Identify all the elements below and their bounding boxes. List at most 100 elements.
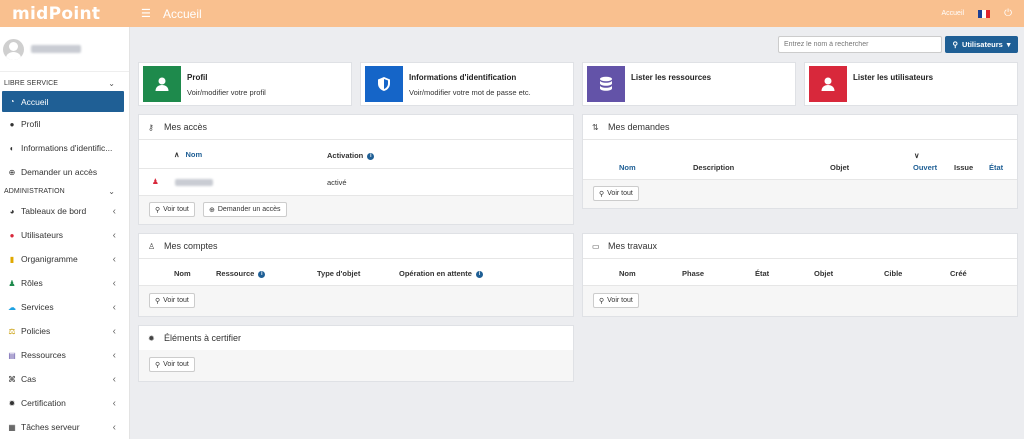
column-header-pending-operation[interactable]: Opération en attente i [399,269,483,278]
sidebar-item-accueil[interactable]: ◔ Accueil [2,91,124,112]
search-icon: ⚲ [599,297,605,305]
sidebar-item-resources[interactable]: ▤ Ressources ‹ [0,343,129,367]
column-header-name[interactable]: Nom [174,269,191,278]
tasks-icon: ▦ [8,422,16,432]
chevron-left-icon: ‹ [112,301,116,313]
database-icon [587,66,625,102]
column-header-description[interactable]: Description [693,163,734,172]
sidebar-item-orgchart[interactable]: ▮ Organigramme ‹ [0,247,129,271]
column-header-state[interactable]: État [755,269,769,278]
sidebar-item-label: Rôles [21,278,43,288]
chevron-left-icon: ‹ [112,253,116,265]
column-label: Ressource [216,269,255,278]
sidebar-item-certification[interactable]: ✹ Certification ‹ [0,391,129,415]
sidebar-item-label: Services [21,302,54,312]
view-all-button[interactable]: ⚲ Voir tout [149,357,195,372]
column-header-state[interactable]: État [989,163,1003,172]
view-all-button[interactable]: ⚲ Voir tout [149,293,195,308]
sidebar-item-services[interactable]: ☁ Services ‹ [0,295,129,319]
caret-down-icon: ▾ [1006,40,1011,49]
search-icon: ⚲ [599,190,605,198]
column-header-name[interactable]: ∧ Nom [174,150,202,159]
chevron-left-icon: ‹ [112,421,116,433]
access-name-redacted[interactable] [175,179,213,186]
column-header-activation[interactable]: Activation i [327,151,375,160]
column-header-resource[interactable]: Ressource i [216,269,266,278]
map-icon: ⌘ [8,374,16,384]
column-header-object[interactable]: Objet [814,269,833,278]
column-header-object[interactable]: Objet [830,163,849,172]
column-header-outcome[interactable]: Issue [954,163,973,172]
view-all-button[interactable]: ⚲ Voir tout [593,186,639,201]
request-access-button[interactable]: ⊕ Demander un accès [203,202,287,217]
section-libre-service[interactable]: LIBRE SERVICE ⌄ [0,76,129,91]
tile-title: Profil [187,73,208,82]
shield-icon: ◐ [9,143,15,153]
info-icon[interactable]: i [475,270,483,278]
column-header-created[interactable]: Créé [950,269,967,278]
sidebar-item-policies[interactable]: ⚖ Policies ‹ [0,319,129,343]
sidebar-item-request-access[interactable]: ⊕ Demander un accès [0,160,129,184]
search-icon: ⚲ [155,361,161,369]
menu-toggle-icon[interactable]: ☰ [141,7,163,20]
breadcrumb[interactable]: Accueil [942,10,965,17]
dashboard-icon: ◔ [9,97,15,106]
sidebar-item-server-tasks[interactable]: ▦ Tâches serveur ‹ [0,415,129,439]
global-search: ⚲ Utilisateurs ▾ [778,36,1018,53]
chevron-left-icon: ‹ [112,325,116,337]
sidebar-item-label: Informations d'identific... [21,143,113,153]
database-icon: ▤ [8,350,16,360]
sidebar-item-roles[interactable]: ♟ Rôles ‹ [0,271,129,295]
column-header-object-type[interactable]: Type d'objet [317,269,360,278]
chevron-left-icon: ‹ [112,277,116,289]
card-my-accounts: ♙ Mes comptes Nom Ressource i Type d'obje… [138,233,574,317]
view-all-button[interactable]: ⚲ Voir tout [149,202,195,217]
search-input[interactable] [778,36,942,53]
sidebar-item-profil[interactable]: ● Profil [0,112,129,136]
card-title: Mes travaux [608,241,658,251]
sidebar-item-users[interactable]: ● Utilisateurs ‹ [0,223,129,247]
chevron-down-icon: ∨ [914,151,920,160]
sidebar-item-cases[interactable]: ⌘ Cas ‹ [0,367,129,391]
tile-credentials[interactable]: Informations d'identification Voir/modif… [360,62,574,106]
column-header-opened[interactable]: Ouvert [913,163,937,172]
search-type-dropdown[interactable]: ⚲ Utilisateurs ▾ [945,36,1018,53]
sidebar-item-label: Accueil [21,96,49,107]
tile-list-resources[interactable]: Lister les ressources [582,62,796,106]
inbox-icon: ▭ [592,241,600,251]
avatar [3,38,24,60]
info-icon[interactable]: i [367,152,375,160]
top-bar: midPoint ☰ Accueil Accueil ⏻ [0,0,1024,27]
sidebar-item-label: Ressources [21,350,66,360]
app-logo[interactable]: midPoint [0,4,130,24]
sidebar-item-credentials[interactable]: ◐ Informations d'identific... [0,136,129,160]
column-header-target[interactable]: Cible [884,269,902,278]
section-label: ADMINISTRATION [4,188,65,195]
view-all-button[interactable]: ⚲ Voir tout [593,293,639,308]
sidebar-item-label: Utilisateurs [21,230,64,240]
info-icon[interactable]: i [258,270,266,278]
chevron-down-icon: ⌄ [108,187,115,196]
tile-profile[interactable]: Profil Voir/modifier votre profil [138,62,352,106]
power-icon[interactable]: ⏻ [1004,8,1012,19]
column-header-name[interactable]: Nom [619,163,636,172]
chevron-left-icon: ‹ [112,205,116,217]
section-administration[interactable]: ADMINISTRATION ⌄ [0,184,129,199]
card-my-work-items: ▭ Mes travaux Nom Phase État Objet Cible… [582,233,1018,317]
card-title: Mes demandes [608,122,670,132]
tile-list-users[interactable]: Lister les utilisateurs [804,62,1018,106]
user-panel[interactable] [0,27,129,72]
button-label: Voir tout [163,361,189,368]
column-header-name[interactable]: Nom [619,269,636,278]
column-header-phase[interactable]: Phase [682,269,704,278]
column-label: Opération en attente [399,269,472,278]
card-title: Éléments à certifier [164,333,242,343]
streetview-icon: ♟ [8,278,16,288]
language-flag-icon[interactable] [978,9,991,18]
sidebar-item-label: Certification [21,398,66,408]
user-icon [143,66,181,102]
sidebar-item-dashboards[interactable]: ◕ Tableaux de bord ‹ [0,199,129,223]
key-icon: ⚷ [148,122,154,132]
section-label: LIBRE SERVICE [4,80,59,87]
button-label: Demander un accès [217,206,281,213]
